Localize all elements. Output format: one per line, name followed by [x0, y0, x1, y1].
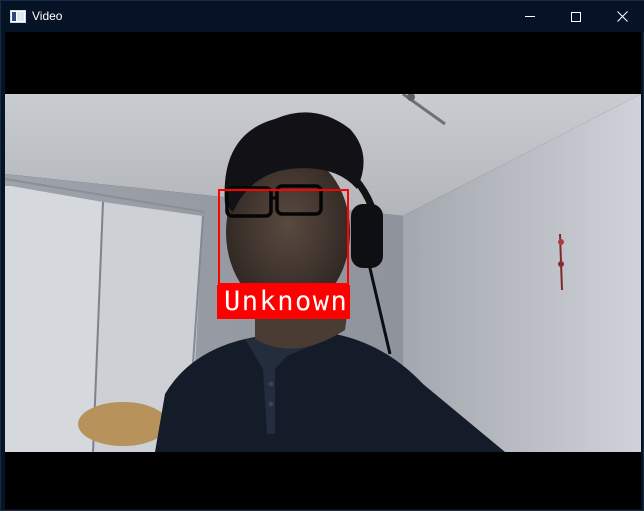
- face-detection-box: [218, 189, 349, 285]
- title-bar[interactable]: Video: [1, 1, 644, 32]
- app-window-icon: [10, 10, 26, 23]
- video-window: Video Unknown: [0, 0, 644, 511]
- maximize-button[interactable]: [553, 1, 599, 32]
- minimize-button[interactable]: [507, 1, 553, 32]
- close-button[interactable]: [599, 1, 644, 32]
- minimize-icon: [525, 16, 535, 17]
- video-display: Unknown: [5, 32, 641, 509]
- window-title: Video: [32, 9, 63, 23]
- maximize-icon: [571, 11, 581, 22]
- close-icon: [616, 11, 628, 22]
- detection-label: Unknown: [224, 286, 349, 317]
